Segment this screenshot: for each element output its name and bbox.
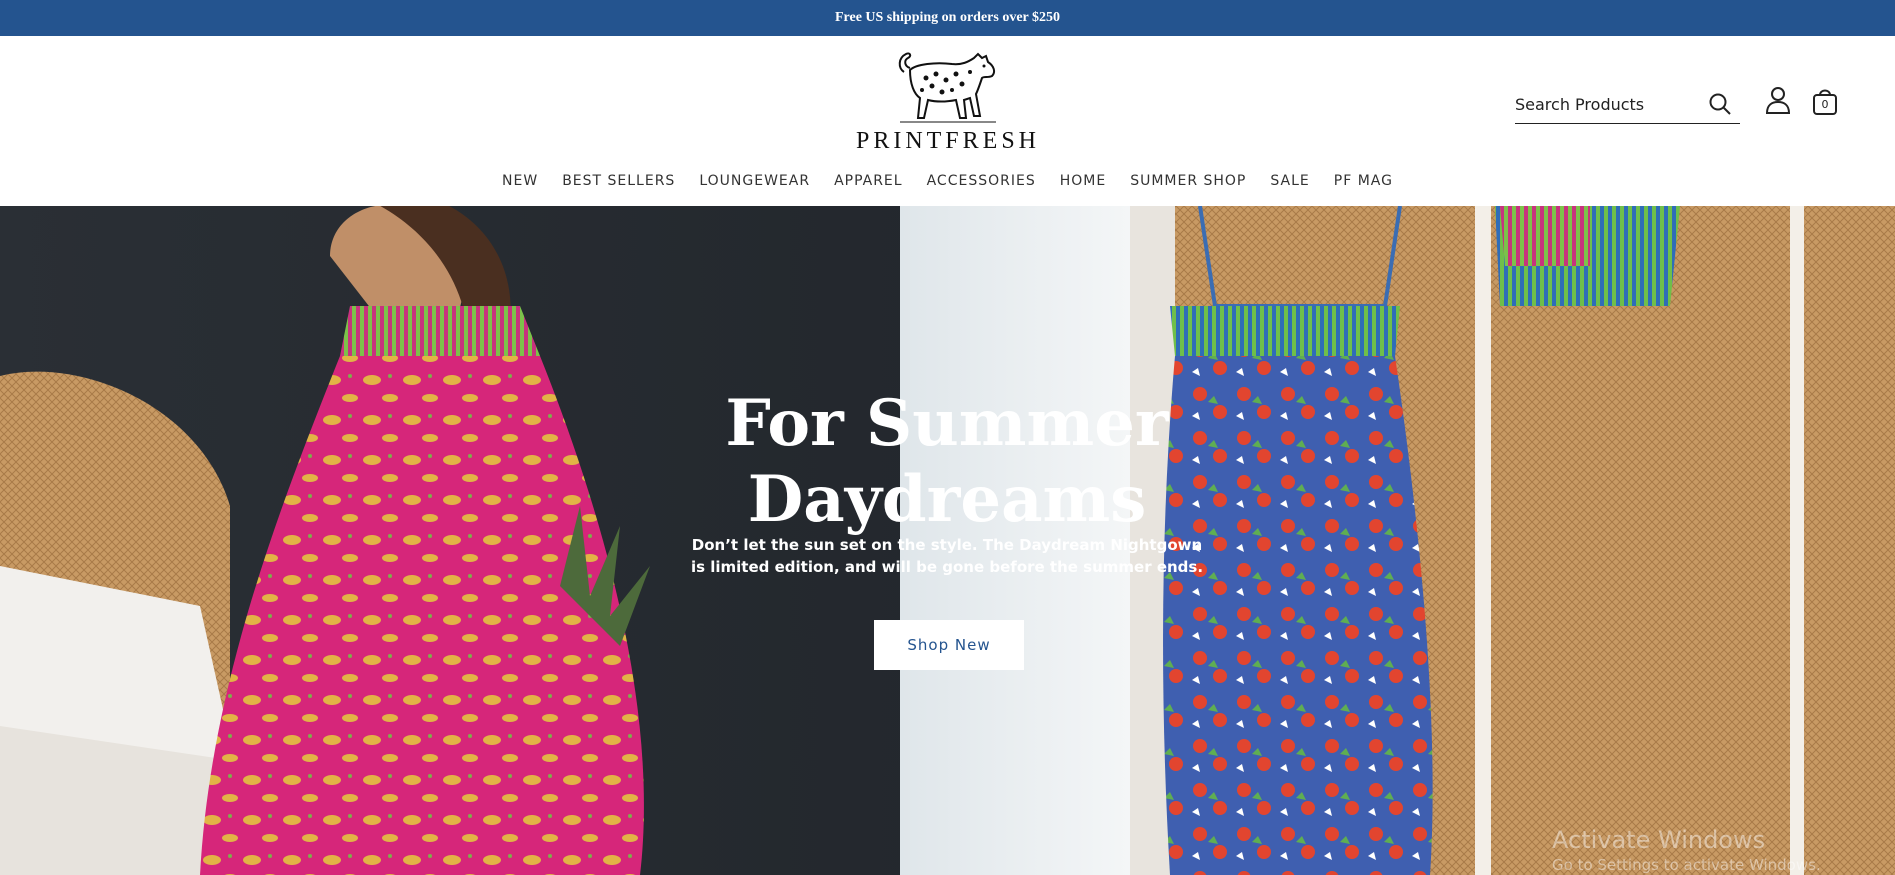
cart-count-badge: 0 xyxy=(1821,98,1829,111)
nav-item-apparel[interactable]: APPAREL xyxy=(822,173,915,189)
logo-text: PRINTFRESH xyxy=(855,128,1041,154)
nav-item-accessories[interactable]: ACCESSORIES xyxy=(915,173,1048,189)
site-logo[interactable]: PRINTFRESH xyxy=(852,50,1044,170)
hero-banner[interactable]: For Summer Daydreams Don’t let the sun s… xyxy=(0,206,1895,875)
hero-title-line-1: For Summer xyxy=(725,386,1169,461)
announcement-text: Free US shipping on orders over $250 xyxy=(834,10,1061,25)
main-nav: NEW BEST SELLERS LOUNGEWEAR APPAREL ACCE… xyxy=(0,168,1895,194)
account-icon[interactable] xyxy=(1765,86,1791,114)
leopard-logo-icon xyxy=(898,52,996,123)
search-bar xyxy=(1515,86,1740,124)
nav-item-summer-shop[interactable]: SUMMER SHOP xyxy=(1118,173,1258,189)
hero-title: For Summer Daydreams xyxy=(647,386,1247,538)
watermark-title: Activate Windows xyxy=(1552,826,1766,854)
nav-item-loungewear[interactable]: LOUNGEWEAR xyxy=(687,173,822,189)
watermark-subtitle: Go to Settings to activate Windows. xyxy=(1552,856,1821,874)
nav-item-new[interactable]: NEW xyxy=(490,173,550,189)
shop-new-button[interactable]: Shop New xyxy=(874,620,1024,670)
hero-title-line-2: Daydreams xyxy=(747,462,1147,537)
os-activation-watermark: Activate Windows Go to Settings to activ… xyxy=(1552,826,1882,874)
hero-subtitle: Don’t let the sun set on the style. The … xyxy=(622,534,1272,578)
hero-subtitle-line-2: is limited edition, and will be gone bef… xyxy=(690,558,1204,576)
search-icon[interactable] xyxy=(1708,92,1732,116)
site-header: PRINTFRESH 0 NEW BEST SELLERS LOUNGEWEAR… xyxy=(0,36,1895,206)
nav-item-best-sellers[interactable]: BEST SELLERS xyxy=(550,173,687,189)
search-input[interactable] xyxy=(1515,95,1705,114)
nav-item-pf-mag[interactable]: PF MAG xyxy=(1322,173,1405,189)
hero-subtitle-line-1: Don’t let the sun set on the style. The … xyxy=(691,536,1203,554)
announcement-bar: Free US shipping on orders over $250 xyxy=(0,0,1895,36)
nav-item-sale[interactable]: SALE xyxy=(1258,173,1321,189)
nav-item-home[interactable]: HOME xyxy=(1048,173,1118,189)
